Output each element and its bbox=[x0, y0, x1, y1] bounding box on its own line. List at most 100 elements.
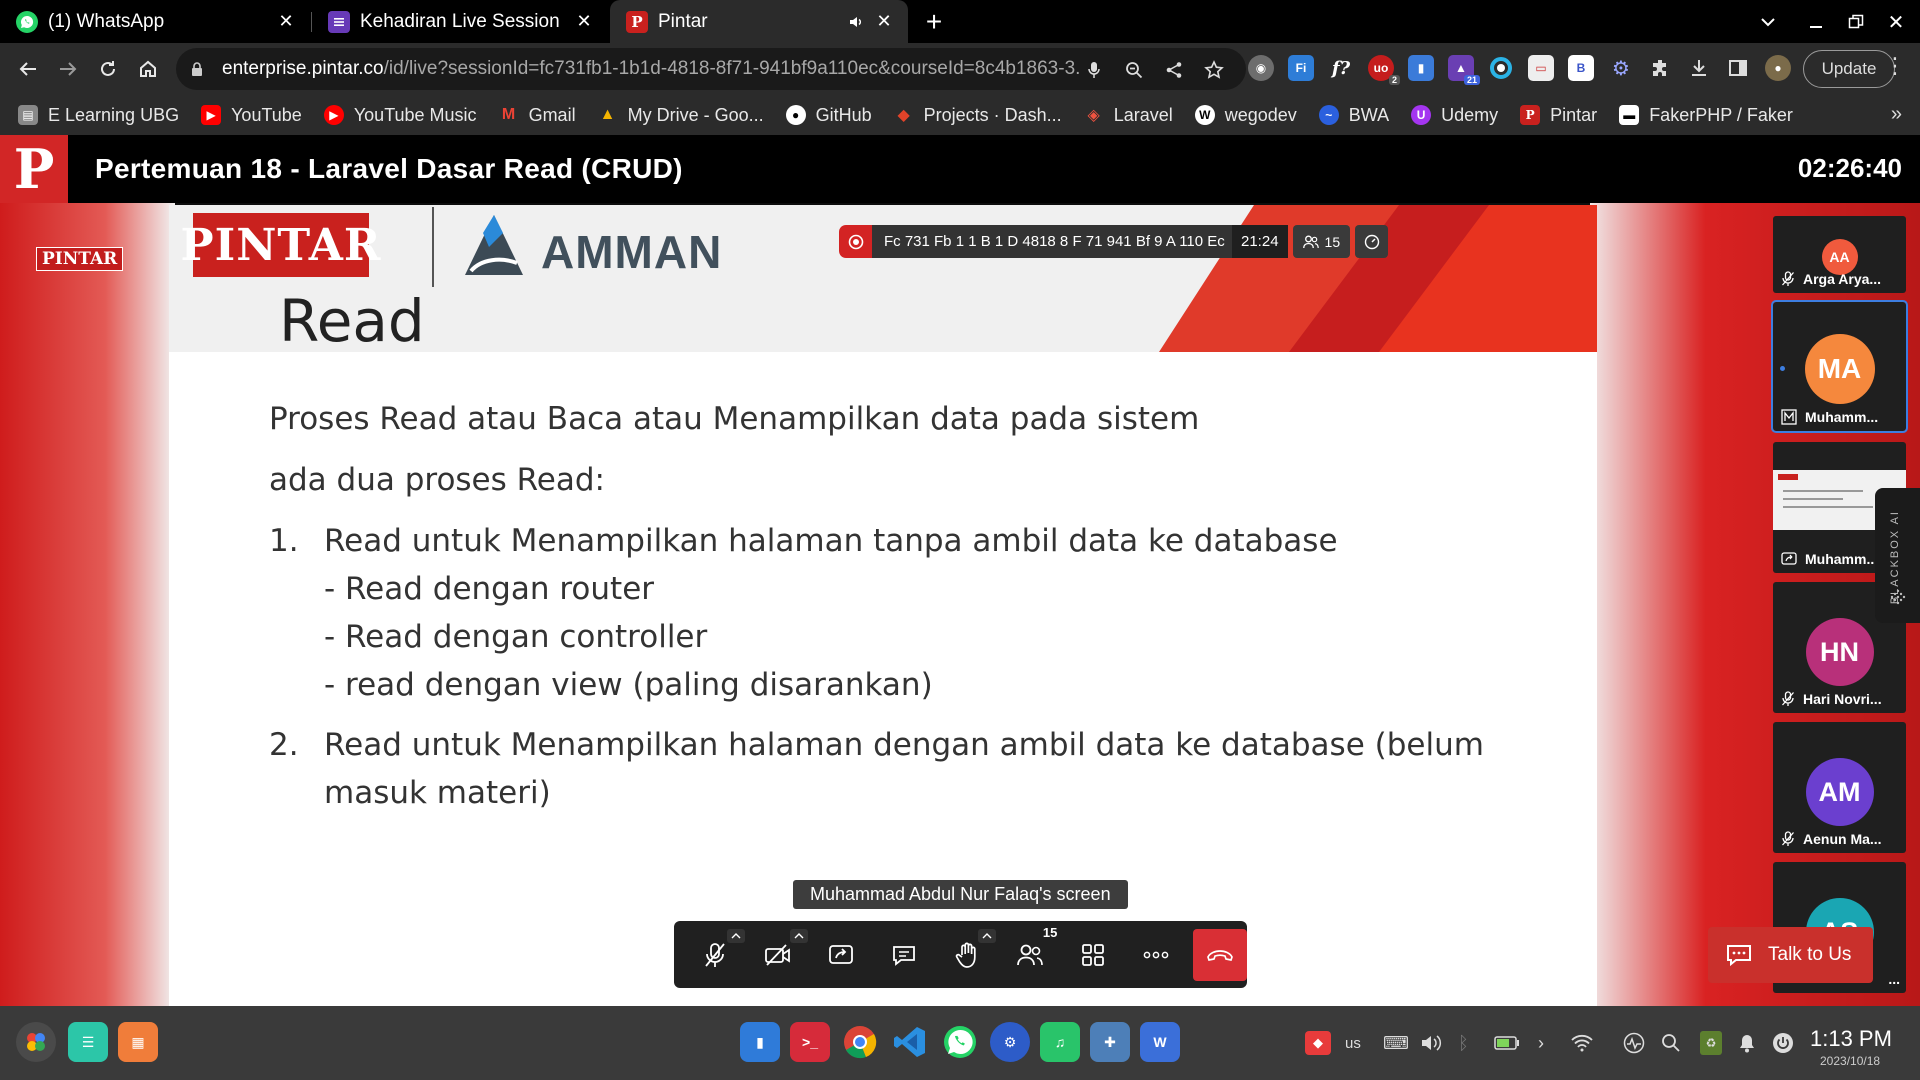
keyboard-icon[interactable]: ⌨ bbox=[1383, 1031, 1409, 1055]
download-icon[interactable] bbox=[1686, 55, 1712, 81]
network-stats-icon[interactable] bbox=[1355, 225, 1389, 258]
bookmark-item[interactable]: ● GitHub bbox=[785, 105, 872, 126]
bookmark-item[interactable]: M Gmail bbox=[499, 105, 576, 126]
restore-button[interactable] bbox=[1838, 8, 1874, 36]
bookmark-item[interactable]: ▬ FakerPHP / Faker bbox=[1619, 105, 1793, 126]
more-options-button[interactable] bbox=[1124, 929, 1187, 981]
terminal-icon[interactable]: >_ bbox=[790, 1022, 830, 1062]
new-tab-button[interactable]: + bbox=[918, 6, 950, 37]
extension-b-icon[interactable]: B bbox=[1568, 55, 1594, 81]
camera-button[interactable] bbox=[747, 928, 810, 981]
participants-button[interactable]: 15 bbox=[998, 925, 1061, 981]
activity-monitor-icon[interactable] bbox=[1623, 1031, 1645, 1055]
tab-search-icon[interactable] bbox=[1750, 8, 1786, 36]
bookmark-item[interactable]: Wwegodev bbox=[1194, 105, 1297, 126]
bookmark-item[interactable]: ◆ Projects · Dash... bbox=[894, 105, 1061, 126]
vscode-icon[interactable] bbox=[890, 1022, 930, 1062]
address-bar[interactable]: enterprise.pintar.co/id/live?sessionId=f… bbox=[176, 48, 1246, 90]
search-icon[interactable] bbox=[1661, 1031, 1681, 1055]
file-manager-icon[interactable]: ▮ bbox=[740, 1022, 780, 1062]
extension-gear-icon[interactable]: ⚙ bbox=[1608, 55, 1634, 81]
battery-icon[interactable] bbox=[1494, 1031, 1520, 1055]
minimize-button[interactable] bbox=[1798, 8, 1834, 36]
app-drawer-icon[interactable]: ☰ bbox=[68, 1022, 108, 1062]
bookmark-item[interactable]: ~ BWA bbox=[1318, 105, 1389, 126]
extension-ublock-icon[interactable]: uo 2 bbox=[1368, 55, 1400, 85]
tab-pintar[interactable]: P Pintar ✕ bbox=[610, 0, 908, 43]
microphone-button[interactable] bbox=[684, 928, 747, 981]
participants-count-button[interactable]: 15 bbox=[1292, 225, 1351, 258]
clock-time[interactable]: 1:13 PM bbox=[1810, 1026, 1892, 1052]
extensions-puzzle-icon[interactable] bbox=[1648, 55, 1674, 81]
volume-icon[interactable] bbox=[1420, 1031, 1442, 1055]
blackbox-ai-tab[interactable]: BLACKBOX AI bbox=[1875, 488, 1920, 623]
bookmark-star-icon[interactable] bbox=[1201, 57, 1227, 83]
share-screen-button[interactable] bbox=[810, 929, 873, 981]
launcher-icon[interactable] bbox=[16, 1022, 56, 1062]
back-button[interactable] bbox=[12, 53, 44, 85]
share-icon[interactable] bbox=[1161, 57, 1187, 83]
bookmark-item[interactable]: ◈ Laravel bbox=[1084, 105, 1173, 126]
recording-icon[interactable] bbox=[839, 225, 872, 258]
extension-color-icon[interactable] bbox=[1488, 55, 1514, 81]
tab-kehadiran[interactable]: Kehadiran Live Session Peserta ✕ bbox=[312, 0, 608, 43]
microphone-icon[interactable] bbox=[1081, 57, 1107, 83]
layout-button[interactable] bbox=[1061, 929, 1124, 981]
raise-hand-button[interactable] bbox=[936, 928, 999, 981]
reload-button[interactable] bbox=[92, 53, 124, 85]
extension-fi-icon[interactable]: Fi bbox=[1288, 55, 1314, 81]
network-manager-icon[interactable]: ✚ bbox=[1090, 1022, 1130, 1062]
bookmark-item[interactable]: ▶ YouTube bbox=[201, 105, 302, 126]
music-icon[interactable]: ♫ bbox=[1040, 1022, 1080, 1062]
recycle-tray-icon[interactable]: ♻ bbox=[1700, 1031, 1722, 1055]
participant-tile[interactable]: MA Muhamm... bbox=[1771, 300, 1908, 433]
keyboard-layout-indicator[interactable]: us bbox=[1345, 1031, 1361, 1055]
side-panel-icon[interactable] bbox=[1725, 55, 1751, 81]
chat-button[interactable] bbox=[873, 929, 936, 981]
zoom-icon[interactable] bbox=[1121, 57, 1147, 83]
lock-icon[interactable] bbox=[190, 61, 212, 77]
chevron-up-icon[interactable] bbox=[978, 928, 997, 943]
extension-grad-icon[interactable]: ▲ 21 bbox=[1448, 55, 1480, 85]
bookmark-item[interactable]: ▤ E Learning UBG bbox=[18, 105, 179, 126]
settings-gear-icon[interactable]: ⚙ bbox=[990, 1022, 1030, 1062]
notification-bell-icon[interactable] bbox=[1738, 1031, 1756, 1055]
close-icon[interactable]: ✕ bbox=[572, 10, 596, 34]
talk-to-us-button[interactable]: Talk to Us bbox=[1708, 927, 1873, 983]
chevron-up-icon[interactable] bbox=[726, 928, 745, 943]
bookmark-item[interactable]: ▶ YouTube Music bbox=[323, 105, 477, 126]
store-icon[interactable]: ▦ bbox=[118, 1022, 158, 1062]
extension-calendar-icon[interactable]: ▭ bbox=[1528, 55, 1554, 81]
extension-docs-icon[interactable]: ▮ bbox=[1408, 55, 1434, 81]
participant-tile[interactable]: AA Arga Arya... bbox=[1773, 216, 1906, 293]
tab-whatsapp[interactable]: (1) WhatsApp ✕ bbox=[0, 0, 310, 43]
slide-sublist: - Read dengan router - Read dengan contr… bbox=[269, 565, 1489, 709]
bookmark-item[interactable]: U Udemy bbox=[1411, 105, 1498, 126]
home-button[interactable] bbox=[132, 53, 164, 85]
profile-avatar[interactable]: ● bbox=[1765, 55, 1791, 81]
close-window-button[interactable]: ✕ bbox=[1878, 8, 1914, 36]
bookmarks-overflow-icon[interactable]: » bbox=[1891, 103, 1902, 126]
extension-function-icon[interactable]: f? bbox=[1328, 55, 1354, 81]
bluetooth-icon[interactable]: ᛒ bbox=[1458, 1031, 1469, 1055]
extension-owl-icon[interactable]: ◉ bbox=[1248, 55, 1274, 81]
chrome-icon[interactable] bbox=[840, 1022, 880, 1062]
whatsapp-icon[interactable] bbox=[940, 1022, 980, 1062]
end-call-button[interactable] bbox=[1193, 928, 1248, 981]
wifi-icon[interactable] bbox=[1570, 1031, 1594, 1055]
speaker-icon[interactable] bbox=[848, 14, 864, 30]
participant-tile[interactable]: AM Aenun Ma... bbox=[1773, 722, 1906, 853]
bookmark-item[interactable]: ▲ My Drive - Goo... bbox=[598, 105, 764, 126]
power-icon[interactable] bbox=[1772, 1031, 1794, 1055]
share-screen-icon bbox=[1781, 552, 1797, 565]
close-icon[interactable]: ✕ bbox=[872, 10, 896, 34]
anydesk-tray-icon[interactable]: ◆ bbox=[1305, 1031, 1331, 1055]
close-icon[interactable]: ✕ bbox=[274, 10, 298, 34]
forward-button[interactable] bbox=[52, 53, 84, 85]
bookmark-item[interactable]: P Pintar bbox=[1520, 105, 1597, 126]
browser-menu-icon[interactable]: ⋮ bbox=[1880, 53, 1910, 79]
wps-office-icon[interactable]: W bbox=[1140, 1022, 1180, 1062]
chevron-up-icon[interactable] bbox=[789, 928, 808, 943]
chevron-right-icon[interactable]: › bbox=[1538, 1031, 1544, 1055]
amman-logo-icon bbox=[465, 215, 523, 275]
